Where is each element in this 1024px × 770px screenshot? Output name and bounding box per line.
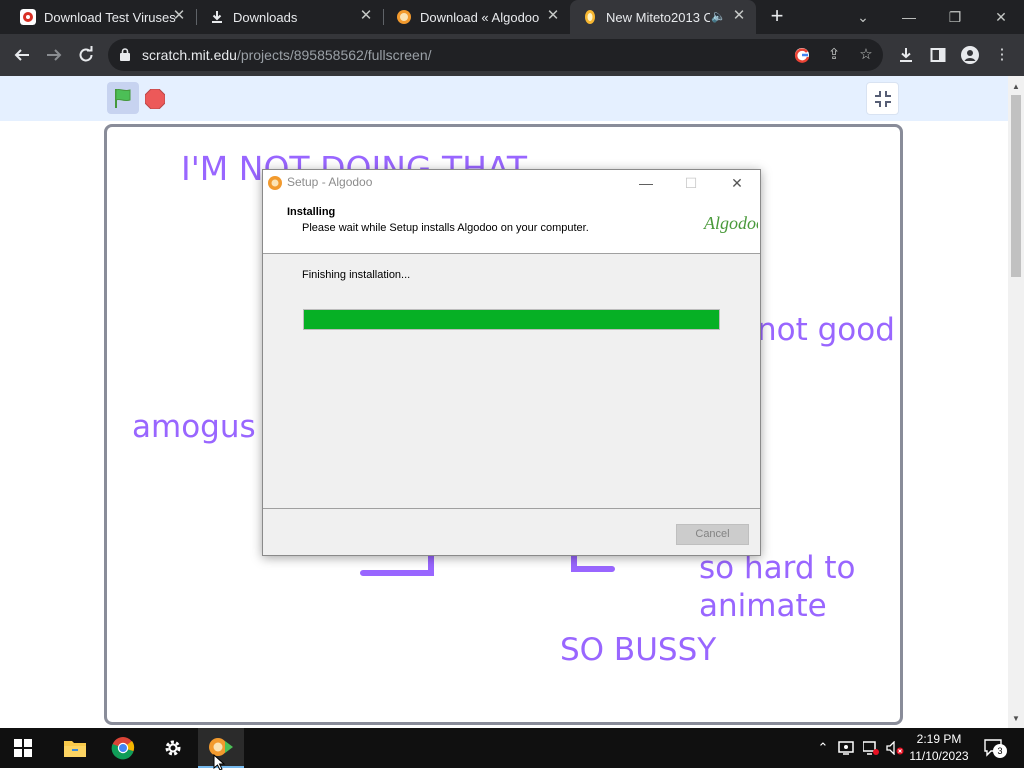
- dialog-minimize-icon[interactable]: —: [633, 172, 659, 194]
- reload-button[interactable]: [74, 43, 98, 67]
- install-progress-bar: [303, 309, 720, 330]
- side-panel-icon[interactable]: [928, 45, 948, 65]
- start-button[interactable]: [0, 728, 46, 768]
- tab-download-algodoo[interactable]: Download « Algodoo ✕: [384, 0, 570, 34]
- close-icon[interactable]: ✕: [546, 8, 560, 23]
- dialog-title: Setup - Algodoo: [287, 175, 373, 189]
- dialog-subheading: Please wait while Setup installs Algodoo…: [302, 222, 589, 234]
- gear-icon: [165, 740, 181, 756]
- settings-button[interactable]: [150, 728, 196, 768]
- green-flag-icon: [115, 88, 131, 108]
- dialog-close-icon[interactable]: ✕: [724, 172, 750, 194]
- address-bar[interactable]: scratch.mit.edu/projects/895858562/fulls…: [108, 39, 883, 71]
- browser-toolbar: scratch.mit.edu/projects/895858562/fulls…: [0, 34, 1024, 76]
- windows-taskbar: ⌃ 2:19 PM 11/10/2023 3: [0, 728, 1024, 768]
- exit-fullscreen-button[interactable]: [866, 82, 899, 115]
- close-window-icon[interactable]: ✕: [978, 0, 1024, 34]
- exit-fullscreen-icon: [875, 91, 891, 107]
- url-text: scratch.mit.edu/projects/895858562/fulls…: [142, 47, 432, 63]
- google-icon[interactable]: [792, 45, 812, 65]
- dialog-titlebar[interactable]: Setup - Algodoo — ☐ ✕: [263, 170, 760, 196]
- tab-download-test-viruses[interactable]: Download Test Viruses ✕: [8, 0, 196, 34]
- tab-scratch-project[interactable]: New Miteto2013 O 🔈 ✕: [570, 0, 756, 34]
- stage-text: animate: [699, 588, 827, 624]
- install-status-text: Finishing installation...: [302, 269, 411, 281]
- show-hidden-icons-chevron-icon[interactable]: ⌃: [814, 738, 832, 758]
- drawn-shape-icon: [571, 553, 615, 572]
- tab-search-icon[interactable]: ⌄: [840, 0, 886, 34]
- share-icon[interactable]: ⇪: [824, 45, 844, 65]
- file-explorer-button[interactable]: [52, 728, 98, 768]
- close-icon[interactable]: ✕: [172, 8, 186, 23]
- scrollbar-thumb[interactable]: [1011, 95, 1021, 277]
- notification-count-badge: 3: [993, 744, 1007, 758]
- clock-time: 2:19 PM: [916, 732, 962, 746]
- chrome-button[interactable]: [100, 728, 146, 768]
- scratch-icon: [585, 10, 595, 24]
- forward-button[interactable]: [42, 43, 66, 67]
- tab-title: New Miteto2013 O: [606, 9, 710, 25]
- url-path: /projects/895858562/fullscreen/: [236, 47, 432, 63]
- algodoo-icon: [268, 176, 282, 190]
- network-icon[interactable]: [860, 738, 882, 758]
- setup-dialog: Setup - Algodoo — ☐ ✕ Installing Please …: [262, 169, 761, 556]
- network-update-icon[interactable]: [836, 738, 856, 758]
- volume-muted-icon[interactable]: [884, 738, 906, 758]
- back-button[interactable]: [10, 43, 34, 67]
- chrome-icon: [111, 737, 135, 760]
- tab-title: Download Test Viruses: [44, 9, 176, 25]
- stage-text: amogus: [132, 409, 256, 445]
- clock-date: 11/10/2023: [909, 749, 969, 763]
- speaker-icon[interactable]: 🔈: [711, 9, 726, 23]
- url-host: scratch.mit.edu: [142, 47, 237, 63]
- new-tab-button[interactable]: +: [766, 5, 788, 28]
- back-arrow-icon: [14, 49, 29, 61]
- scratch-controls-bar: [0, 76, 1008, 121]
- download-icon: [212, 11, 222, 23]
- scroll-up-arrow-icon[interactable]: ▲: [1008, 80, 1024, 94]
- tab-title: Downloads: [233, 9, 298, 25]
- windows-logo-icon: [14, 739, 32, 757]
- algodoo-logo-text: Algodoo: [703, 213, 758, 233]
- dialog-header: Installing Please wait while Setup insta…: [263, 196, 760, 254]
- dialog-heading: Installing: [287, 206, 336, 218]
- browser-tab-strip: Download Test Viruses ✕ Downloads ✕ Down…: [0, 0, 1024, 34]
- close-icon[interactable]: ✕: [359, 8, 373, 23]
- forward-arrow-icon: [47, 49, 62, 61]
- algodoo-icon: [397, 10, 411, 24]
- minimize-icon[interactable]: —: [886, 0, 932, 34]
- drawn-shape-icon: [360, 553, 434, 576]
- stop-icon[interactable]: [145, 89, 165, 109]
- tab-downloads[interactable]: Downloads ✕: [197, 0, 383, 34]
- close-icon[interactable]: ✕: [732, 8, 746, 23]
- algodoo-logo: Algodoo: [703, 213, 758, 233]
- cancel-button[interactable]: Cancel: [676, 524, 749, 545]
- lock-icon: [120, 48, 130, 61]
- restore-icon[interactable]: ❐: [932, 0, 978, 34]
- dialog-separator: [263, 508, 760, 509]
- stage-text: SO BUSSY: [560, 632, 717, 668]
- stage-text: not good: [757, 312, 895, 348]
- virus-site-icon: [20, 9, 36, 25]
- progress-fill: [304, 310, 719, 329]
- folder-icon: [64, 741, 86, 757]
- bookmark-star-icon[interactable]: ☆: [856, 45, 876, 65]
- green-flag-button[interactable]: [107, 82, 139, 114]
- dialog-maximize-icon: ☐: [684, 175, 698, 191]
- downloads-icon[interactable]: [896, 45, 916, 65]
- profile-icon[interactable]: [960, 45, 980, 65]
- system-clock[interactable]: 2:19 PM 11/10/2023: [906, 731, 972, 765]
- notification-center-icon[interactable]: 3: [980, 738, 1008, 758]
- menu-kebab-icon[interactable]: ⋮: [992, 45, 1012, 65]
- scroll-down-arrow-icon[interactable]: ▼: [1008, 712, 1024, 726]
- reload-icon: [79, 46, 93, 62]
- tab-title: Download « Algodoo: [420, 9, 540, 25]
